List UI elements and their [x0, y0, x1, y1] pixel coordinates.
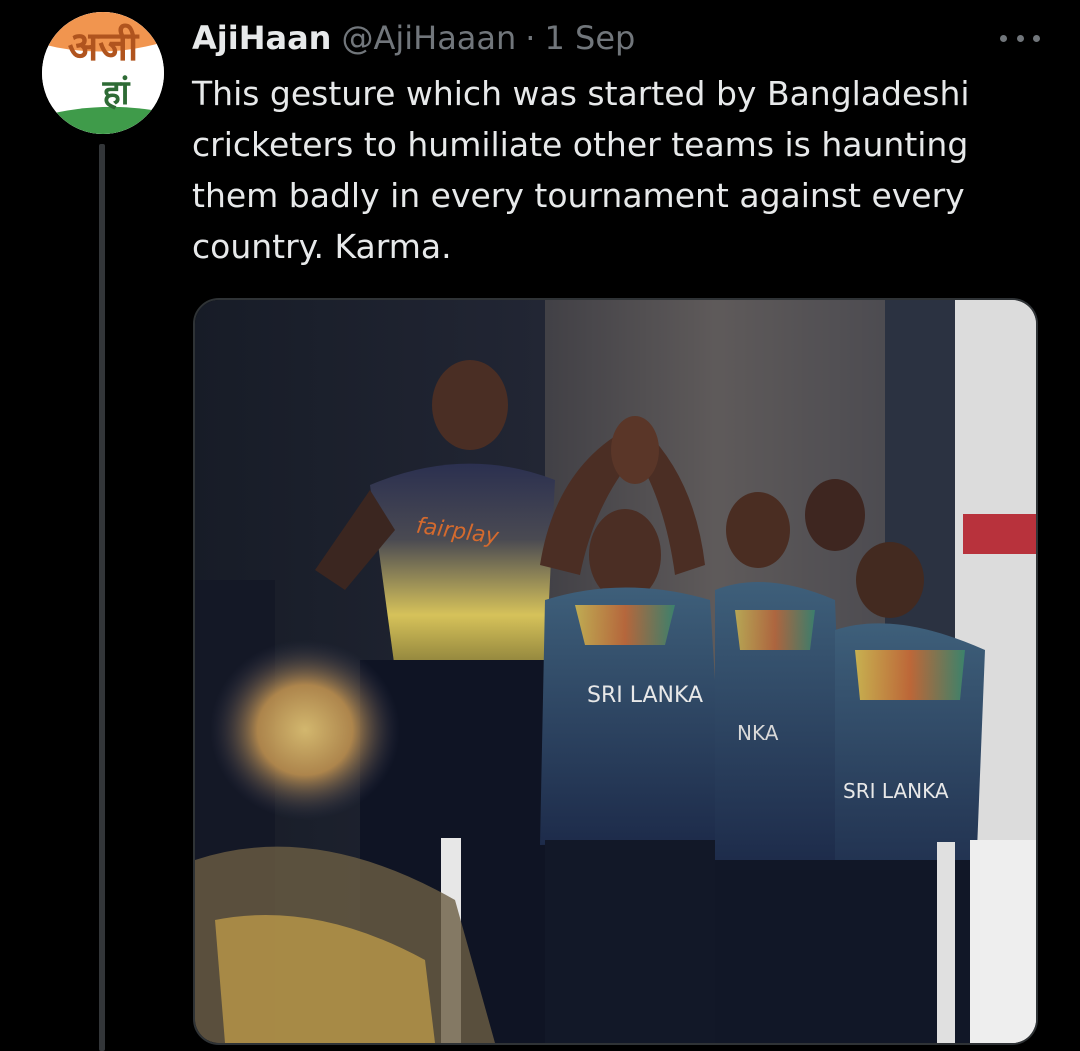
jersey-text-center: SRI LANKA	[587, 683, 703, 708]
ellipsis-icon	[1016, 34, 1024, 42]
avatar-column: अजी हां	[42, 12, 164, 1051]
thread-line	[99, 144, 105, 1051]
avatar[interactable]: अजी हां	[42, 12, 164, 134]
jersey-text-right: SRI LANKA	[843, 779, 949, 803]
tweet-header: AjiHaan @AjiHaaan · 1 Sep	[192, 16, 635, 60]
display-name[interactable]: AjiHaan	[192, 19, 331, 57]
avatar-text-top: अजी	[68, 23, 140, 70]
more-options-button[interactable]	[1000, 20, 1040, 56]
user-handle[interactable]: @AjiHaaan	[341, 19, 516, 57]
cricket-team-photo: fairplay SRI LANKA NKA SRI LANKA	[195, 300, 1036, 1043]
avatar-text-bottom: हां	[102, 73, 131, 113]
tweet[interactable]: अजी हां AjiHaan @AjiHaaan · 1 Sep This g…	[0, 0, 1080, 1051]
tweet-text: This gesture which was started by Bangla…	[192, 74, 970, 266]
jersey-text-middle: NKA	[737, 721, 779, 745]
ellipsis-icon	[1000, 34, 1007, 42]
header-separator: ·	[525, 19, 536, 57]
avatar-image: अजी हां	[42, 12, 164, 134]
tweet-media-photo[interactable]: fairplay SRI LANKA NKA SRI LANKA	[193, 298, 1038, 1045]
ellipsis-icon	[1033, 34, 1040, 42]
tweet-date[interactable]: 1 Sep	[544, 19, 635, 57]
